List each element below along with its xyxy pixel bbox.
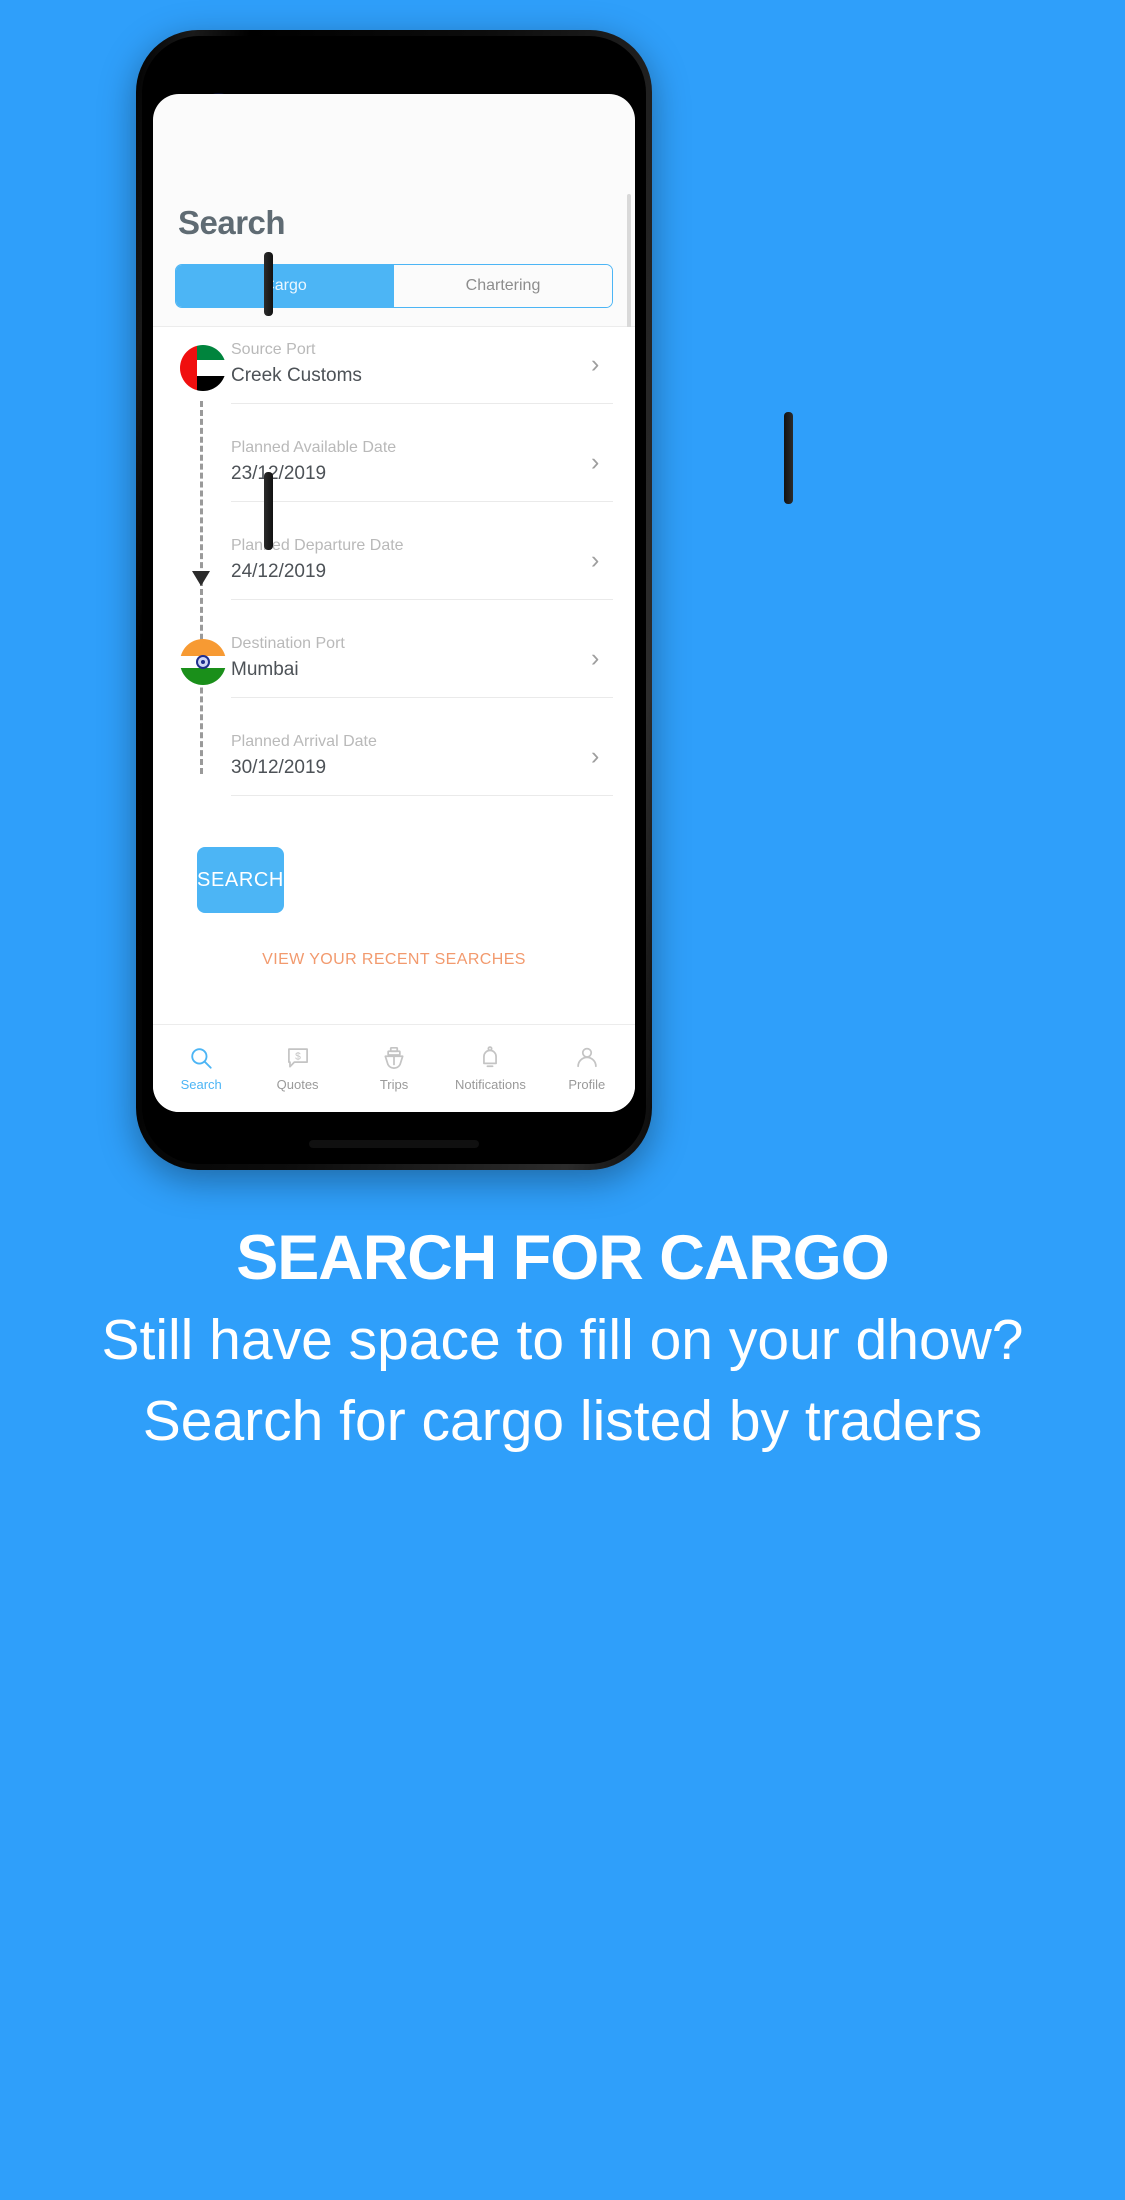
volume-up-button[interactable] bbox=[264, 252, 273, 316]
field-label: Planned Departure Date bbox=[231, 537, 404, 554]
nav-label: Profile bbox=[568, 1077, 606, 1092]
search-icon bbox=[188, 1045, 214, 1071]
home-indicator bbox=[309, 1140, 479, 1148]
phone-screen-bezel: Search Cargo Chartering Source Port Cree… bbox=[142, 36, 646, 1164]
power-button[interactable] bbox=[784, 412, 793, 504]
app-screen: Search Cargo Chartering Source Port Cree… bbox=[153, 94, 635, 1112]
search-button[interactable]: SEARCH bbox=[197, 847, 284, 913]
chevron-right-icon[interactable]: › bbox=[591, 547, 613, 573]
field-value: 24/12/2019 bbox=[231, 561, 327, 582]
chevron-right-icon[interactable]: › bbox=[591, 351, 613, 377]
promo-headline: SEARCH FOR CARGO bbox=[236, 1223, 890, 1293]
field-label: Planned Arrival Date bbox=[231, 733, 377, 750]
destination-port-flag-slot bbox=[175, 621, 231, 685]
poster-canvas: Search Cargo Chartering Source Port Cree… bbox=[0, 0, 1125, 2200]
field-label: Destination Port bbox=[231, 635, 345, 652]
field-value: Creek Customs bbox=[231, 365, 362, 386]
chevron-right-icon[interactable]: › bbox=[591, 743, 613, 769]
nav-label: Trips bbox=[379, 1077, 409, 1092]
form-row-planned-available-date[interactable]: Planned Available Date 23/12/2019 › bbox=[175, 425, 613, 523]
field-label: Source Port bbox=[231, 341, 316, 358]
bell-icon bbox=[477, 1045, 503, 1071]
volume-down-button[interactable] bbox=[264, 472, 273, 550]
field-value: 30/12/2019 bbox=[231, 757, 327, 778]
rail-spacer bbox=[175, 523, 231, 541]
search-type-segmented-control: Cargo Chartering bbox=[175, 264, 613, 308]
nav-item-quotes[interactable]: $ Quotes bbox=[249, 1045, 345, 1092]
phone-device-frame: Search Cargo Chartering Source Port Cree… bbox=[136, 30, 793, 1170]
chevron-right-icon[interactable]: › bbox=[591, 449, 613, 475]
form-row-planned-departure-date[interactable]: Planned Departure Date 24/12/2019 › bbox=[175, 523, 613, 621]
promo-subtext: Still have space to fill on your dhow? S… bbox=[101, 1308, 1024, 1453]
field-value: 23/12/2019 bbox=[231, 463, 327, 484]
nav-label: Notifications bbox=[455, 1077, 526, 1092]
nav-item-notifications[interactable]: Notifications bbox=[442, 1045, 538, 1092]
view-recent-searches-link[interactable]: VIEW YOUR RECENT SEARCHES bbox=[175, 951, 613, 969]
svg-text:$: $ bbox=[295, 1052, 301, 1063]
search-form: Source Port Creek Customs › Planned Avai… bbox=[153, 327, 635, 1024]
form-row-source-port[interactable]: Source Port Creek Customs › bbox=[175, 327, 613, 425]
page-title: Search bbox=[178, 204, 286, 241]
form-row-planned-arrival-date[interactable]: Planned Arrival Date 30/12/2019 › bbox=[175, 719, 613, 817]
form-row-destination-port[interactable]: Destination Port Mumbai › bbox=[175, 621, 613, 719]
rail-spacer bbox=[175, 719, 231, 737]
nav-item-trips[interactable]: Trips bbox=[346, 1045, 442, 1092]
uae-flag-icon bbox=[180, 345, 226, 391]
field-value: Mumbai bbox=[231, 659, 299, 680]
tab-chartering[interactable]: Chartering bbox=[394, 265, 612, 307]
tab-cargo[interactable]: Cargo bbox=[176, 265, 394, 307]
source-port-flag-slot bbox=[175, 327, 231, 391]
quote-bubble-icon: $ bbox=[285, 1045, 311, 1071]
nav-label: Search bbox=[180, 1077, 222, 1092]
chevron-right-icon[interactable]: › bbox=[591, 645, 613, 671]
field-label: Planned Available Date bbox=[231, 439, 397, 456]
rail-spacer bbox=[175, 425, 231, 443]
bottom-navigation-bar: Search $ Quotes Trips Notifications Prof… bbox=[153, 1024, 635, 1112]
ship-icon bbox=[381, 1045, 407, 1071]
nav-item-search[interactable]: Search bbox=[153, 1045, 249, 1092]
nav-item-profile[interactable]: Profile bbox=[539, 1045, 635, 1092]
nav-label: Quotes bbox=[276, 1077, 319, 1092]
india-flag-icon bbox=[180, 639, 226, 685]
person-icon bbox=[574, 1045, 600, 1071]
